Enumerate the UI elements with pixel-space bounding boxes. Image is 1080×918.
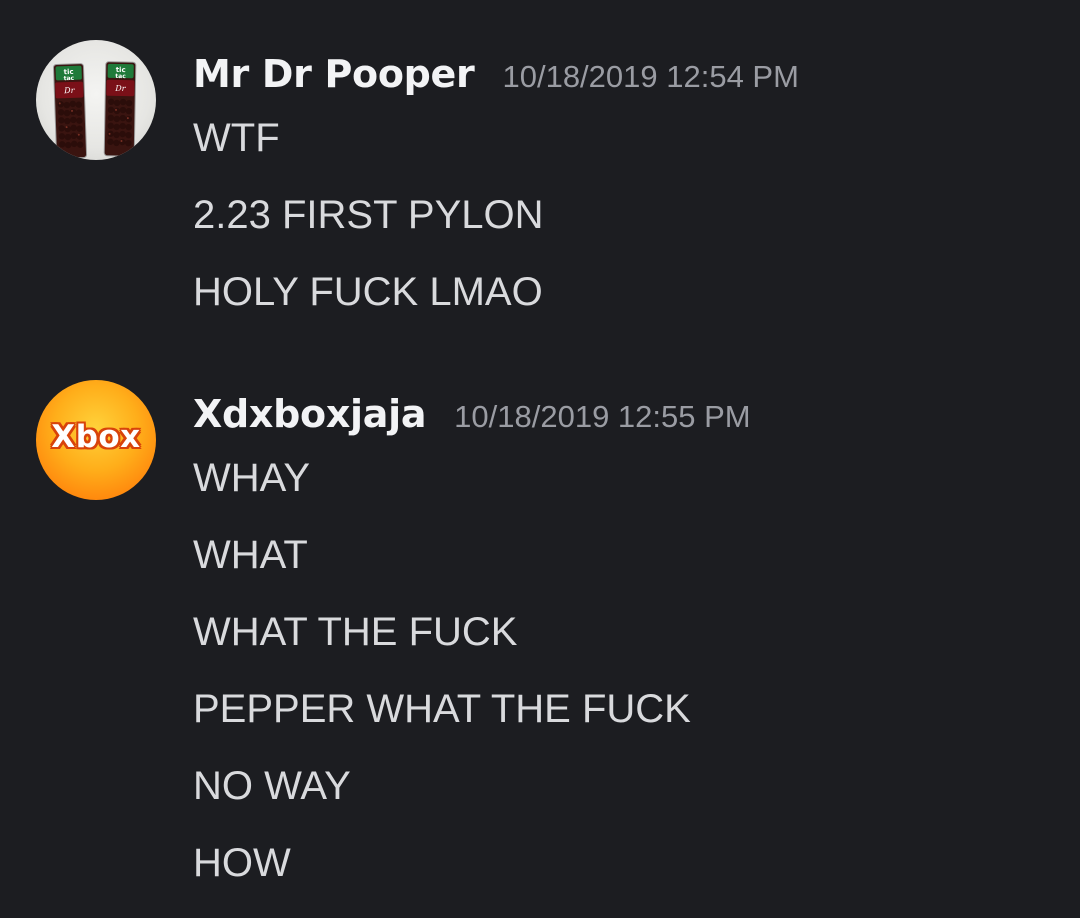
svg-text:tac: tac [64,75,75,82]
message-text: HOLY FUCK LMAO [193,270,543,314]
message-text: WHAY [193,456,311,500]
message-text: PEPPER WHAT THE FUCK [193,687,691,731]
timestamp: 10/18/2019 12:54 PM [502,59,799,94]
message-text: WTF [193,116,280,160]
message-text: NO WAY [193,764,351,808]
message-content: WHAY WHAT WHAT THE FUCK PEPPER WHAT THE … [193,454,691,916]
username[interactable]: Mr Dr Pooper [193,52,475,96]
username[interactable]: Xdxboxjaja [193,392,426,436]
message-text: 2.23 FIRST PYLON [193,193,544,237]
svg-text:Dr: Dr [114,84,127,93]
message-text: HOW [193,841,291,885]
message-header: Mr Dr Pooper 10/18/2019 12:54 PM [193,52,799,96]
svg-text:tac: tac [115,73,126,80]
timestamp: 10/18/2019 12:55 PM [454,399,751,434]
svg-text:Dr: Dr [63,86,76,95]
message-header: Xdxboxjaja 10/18/2019 12:55 PM [193,392,751,436]
user-avatar[interactable]: tic tac Dr tic tac Dr [36,40,156,160]
tic-tac-dr-pepper-avatar: tic tac Dr tic tac Dr [53,61,137,159]
user-avatar[interactable]: Xbox [36,380,156,500]
message-text: WHAT THE FUCK [193,610,518,654]
message-text: WHAT [193,533,308,577]
message-content: WTF 2.23 FIRST PYLON HOLY FUCK LMAO [193,114,544,345]
xbox-logo-text: Xbox [51,419,141,455]
